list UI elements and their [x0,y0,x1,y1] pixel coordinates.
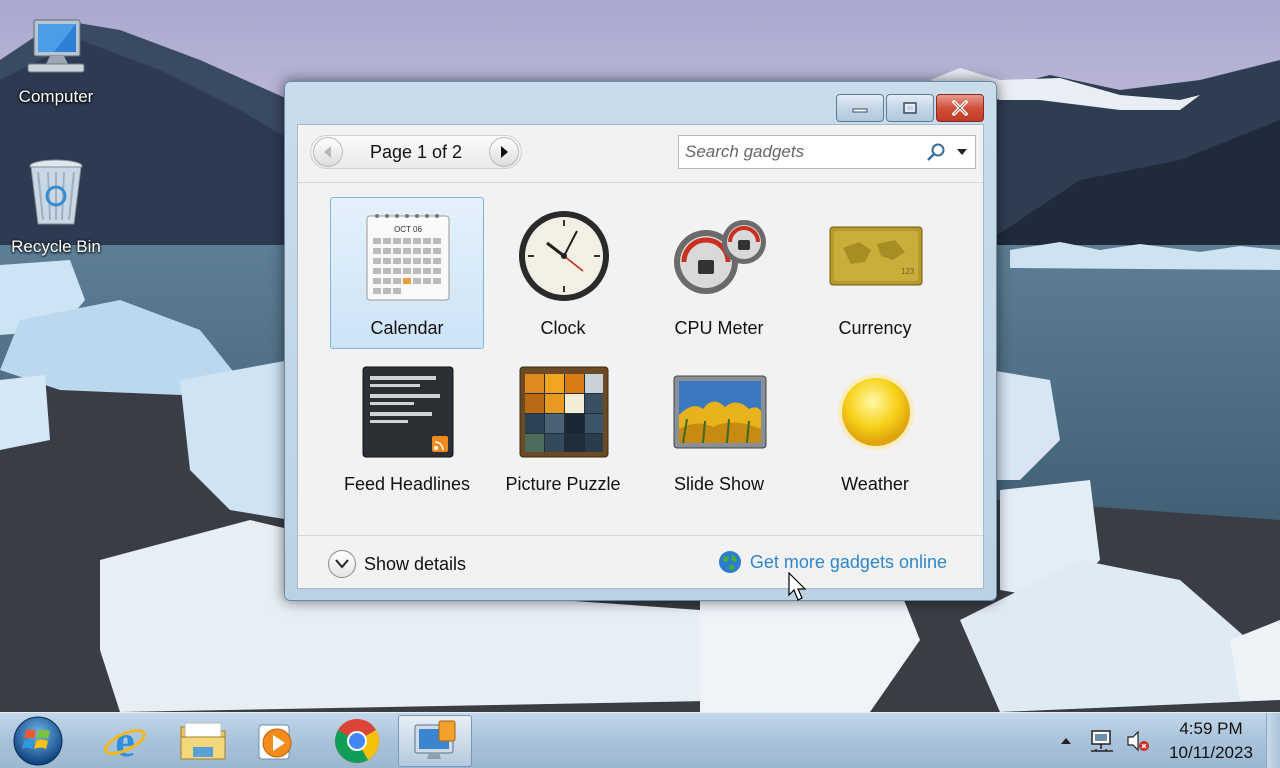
gadget-clock[interactable]: Clock [486,197,640,349]
globe-icon [718,551,741,573]
gadget-currency[interactable]: 123 Currency [798,197,952,349]
network-tray-button[interactable] [1084,713,1120,768]
previous-page-button[interactable] [313,137,343,167]
maximize-button[interactable] [886,94,934,122]
taskbar-internet-explorer[interactable]: e [88,715,162,767]
chrome-icon [335,719,379,763]
show-details-toggle[interactable]: Show details [328,550,466,578]
window-controls [836,94,984,122]
gadget-label: Slide Show [673,474,765,494]
folder-icon [180,722,226,760]
media-player-icon [258,724,292,760]
show-details-label: Show details [364,553,467,574]
taskbar-media-player[interactable] [240,715,314,767]
slide-show-icon [670,362,770,462]
taskbar-file-explorer[interactable] [166,715,240,767]
gadget-label: Feed Headlines [343,474,471,494]
svg-text:e: e [115,718,135,764]
feed-headlines-icon [358,362,458,462]
calendar-icon: OCT 06 [358,206,458,306]
cpu-meter-icon [670,206,770,306]
minimize-button[interactable] [836,94,884,122]
search-button[interactable] [923,142,949,162]
search-dropdown-button[interactable] [949,148,975,156]
desktop-icon-label: Recycle Bin [11,237,101,256]
maximize-icon [903,102,917,114]
arrow-right-icon [501,146,508,158]
windows-logo-icon [13,716,63,766]
desktop-icon-label: Computer [18,87,94,106]
taskbar: e 4:59 PM 10/11/2023 [0,712,1280,768]
gadget-label: CPU Meter [674,318,764,338]
taskbar-chrome[interactable] [320,715,394,767]
gadget-calendar[interactable]: OCT 06 Calendar [330,197,484,349]
gadget-picture-puzzle[interactable]: Picture Puzzle [486,353,640,505]
gadgets-icon [414,720,456,759]
get-more-gadgets-label: Get more gadgets online [749,551,947,572]
tray-date: 10/11/2023 [1169,743,1253,762]
search-input[interactable] [679,137,923,167]
volume-tray-button[interactable] [1120,713,1156,768]
desktop-icon-recycle-bin[interactable]: Recycle Bin [8,158,104,257]
gadget-feed-headlines[interactable]: Feed Headlines [330,353,484,505]
network-icon [1091,730,1113,752]
picture-puzzle-icon [514,362,614,462]
system-tray: 4:59 PM 10/11/2023 [1048,713,1280,768]
gadget-slide-show[interactable]: Slide Show [642,353,796,505]
show-desktop-button[interactable] [1266,713,1280,768]
search-box [678,135,976,169]
next-page-button[interactable] [489,137,519,167]
gadget-label: Weather [841,474,909,494]
computer-icon [8,16,104,83]
chevron-down-icon [335,559,349,569]
taskbar-gadgets[interactable] [398,715,472,767]
show-hidden-icons-button[interactable] [1048,713,1084,768]
show-details-button[interactable] [328,550,356,578]
page-label: Page 1 of 2 [369,141,463,162]
gadget-label: Picture Puzzle [505,474,621,494]
gadget-gallery: Page 1 of 2 Search gadgets OCT 06 Calend… [297,124,984,589]
gadget-cpu-meter[interactable]: CPU Meter [642,197,796,349]
close-icon [952,100,968,116]
tray-time: 4:59 PM [1179,719,1243,738]
gadget-label: Currency [838,318,912,338]
toolbar: Page 1 of 2 [298,125,983,183]
chevron-down-icon [957,149,967,155]
start-button[interactable] [8,716,68,766]
calendar-month-text: OCT 06 [394,225,422,234]
gadget-label: Clock [540,318,586,338]
internet-explorer-icon: e [104,718,146,764]
desktop-icon-computer[interactable]: Computer [8,16,104,107]
clock-icon [514,206,614,306]
gadget-weather[interactable]: Weather [798,353,952,505]
minimize-icon [852,108,868,113]
gadget-label: Calendar [370,318,444,338]
mouse-cursor-icon [788,572,807,601]
chevron-up-icon [1061,738,1071,744]
close-button[interactable] [936,94,984,122]
currency-thumb-text: 123 [901,267,915,276]
currency-icon: 123 [826,206,926,306]
get-more-gadgets-link[interactable]: Get more gadgets online [718,550,947,574]
page-navigator: Page 1 of 2 [310,135,522,169]
recycle-bin-icon [8,158,104,233]
tray-clock[interactable]: 4:59 PM 10/11/2023 [1156,717,1266,765]
arrow-left-icon [324,146,331,158]
search-icon [927,143,945,161]
gadget-grid: OCT 06 Calendar Clock CPU Meter 123 Curr… [328,197,958,509]
gallery-footer: Show details Get more gadgets online [298,535,983,590]
weather-icon [826,362,926,462]
volume-muted-icon [1127,730,1149,752]
gadgets-window: Page 1 of 2 Search gadgets OCT 06 Calend… [284,81,997,601]
